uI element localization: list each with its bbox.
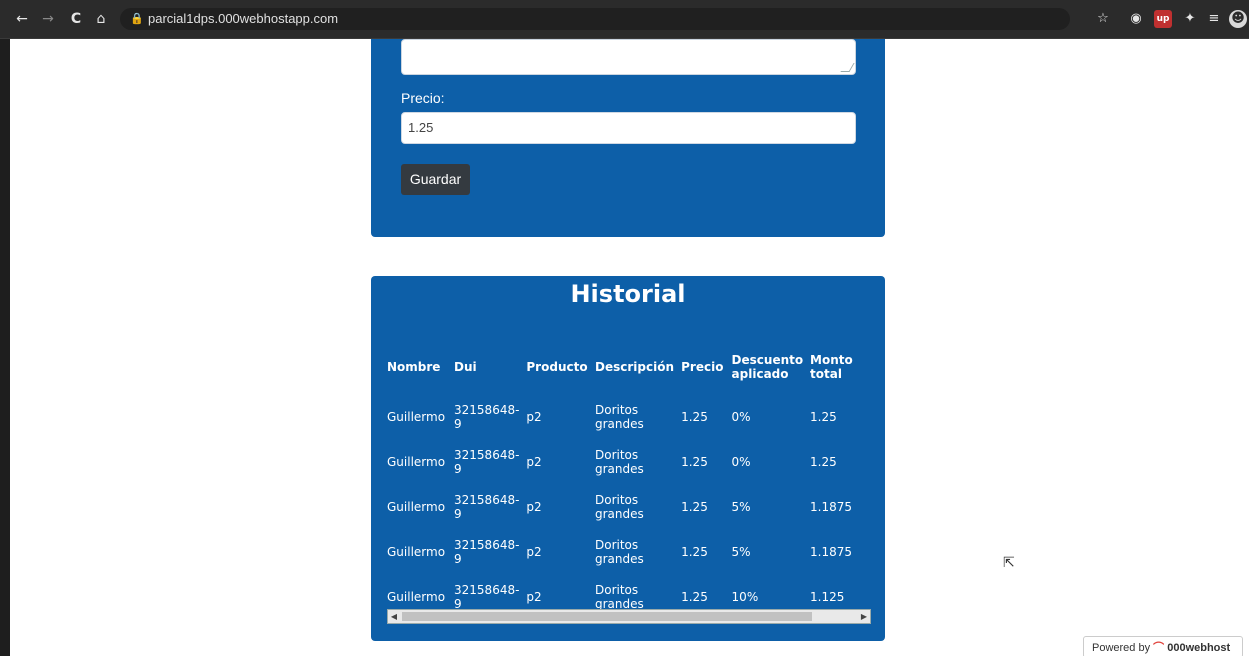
cell-producto: p2 [526, 409, 542, 424]
cell-monto: 1.1875 [810, 499, 853, 514]
table-row: Guillermo 32158648-9 p2 Doritos grandes … [387, 484, 869, 529]
cell-descripcion: Doritos grandes [595, 537, 644, 566]
header-monto: Monto total [810, 353, 853, 381]
powered-by-brand: 000webhost [1167, 642, 1231, 654]
scroll-right-icon[interactable]: ▶ [858, 610, 870, 623]
price-label: Precio: [401, 90, 445, 106]
cell-precio: 1.25 [681, 454, 708, 469]
back-icon[interactable]: ← [14, 11, 30, 27]
camera-extension-icon[interactable]: ◉ [1127, 10, 1145, 28]
mouse-cursor-icon: ⇱ [1003, 555, 1015, 571]
cell-producto: p2 [526, 499, 542, 514]
cell-precio: 1.25 [681, 544, 708, 559]
header-producto: Producto [526, 360, 588, 374]
history-title: Historial [570, 280, 686, 308]
cell-monto: 1.1875 [810, 544, 853, 559]
cell-dui: 32158648-9 [454, 492, 520, 521]
cell-producto: p2 [526, 589, 542, 604]
table-row: Guillermo 32158648-9 p2 Doritos grandes … [387, 574, 869, 612]
resize-grip-icon[interactable] [840, 63, 855, 72]
cell-monto: 1.25 [810, 409, 837, 424]
cell-producto: p2 [526, 454, 542, 469]
cell-descuento: 10% [731, 589, 759, 604]
description-textarea[interactable] [401, 39, 856, 75]
cell-precio: 1.25 [681, 499, 708, 514]
cell-nombre: Guillermo [387, 589, 446, 604]
home-icon[interactable]: ⌂ [93, 11, 109, 27]
table-header-row: Nombre Dui Producto Descripción Precio D… [387, 340, 869, 394]
url-text: parcial1dps.000webhostapp.com [148, 11, 339, 26]
cell-nombre: Guillermo [387, 544, 446, 559]
table-row: Guillermo 32158648-9 p2 Doritos grandes … [387, 394, 869, 439]
cell-descripcion: Doritos grandes [595, 492, 644, 521]
cell-descuento: 5% [731, 544, 751, 559]
bookmark-star-icon[interactable]: ☆ [1094, 10, 1112, 28]
table-row: Guillermo 32158648-9 p2 Doritos grandes … [387, 529, 869, 574]
browser-toolbar: ← → C ⌂ 🔒 parcial1dps.000webhostapp.com … [0, 0, 1249, 39]
forward-icon[interactable]: → [40, 11, 56, 27]
cell-descuento: 5% [731, 499, 751, 514]
webhost-logo-icon: ⌒ [1153, 642, 1165, 654]
cell-descripcion: Doritos grandes [595, 402, 644, 431]
reload-icon[interactable]: C [68, 11, 84, 27]
history-table-container[interactable]: Nombre Dui Producto Descripción Precio D… [387, 340, 869, 612]
price-input[interactable]: 1.25 [401, 112, 856, 144]
powered-by-badge[interactable]: Powered by ⌒ 000webhost [1083, 636, 1243, 656]
lock-icon: 🔒 [130, 13, 144, 25]
cell-dui: 32158648-9 [454, 447, 520, 476]
media-control-icon[interactable]: ≡ [1205, 10, 1223, 28]
extensions-puzzle-icon[interactable]: ✦ [1181, 10, 1199, 28]
cell-descuento: 0% [731, 409, 751, 424]
product-form-card: Precio: 1.25 Guardar [371, 39, 885, 237]
cell-dui: 32158648-9 [454, 402, 520, 431]
header-descuento: Descuento aplicado [731, 353, 804, 381]
save-button[interactable]: Guardar [401, 164, 470, 195]
cell-nombre: Guillermo [387, 499, 446, 514]
address-bar[interactable]: 🔒 parcial1dps.000webhostapp.com [120, 8, 1070, 30]
header-nombre: Nombre [387, 360, 441, 374]
cell-precio: 1.25 [681, 589, 708, 604]
header-precio: Precio [681, 360, 724, 374]
scroll-left-icon[interactable]: ◀ [388, 610, 400, 623]
table-row: Guillermo 32158648-9 p2 Doritos grandes … [387, 439, 869, 484]
cell-nombre: Guillermo [387, 454, 446, 469]
cell-monto: 1.25 [810, 454, 837, 469]
cell-precio: 1.25 [681, 409, 708, 424]
cell-monto: 1.125 [810, 589, 845, 604]
powered-by-text: Powered by [1092, 642, 1151, 654]
cell-dui: 32158648-9 [454, 582, 520, 611]
header-dui: Dui [454, 360, 477, 374]
horizontal-scrollbar[interactable]: ◀ ▶ [387, 609, 871, 624]
cell-descuento: 0% [731, 454, 751, 469]
profile-avatar-icon[interactable]: ☻ [1229, 10, 1247, 28]
pdf-extension-icon[interactable]: up [1154, 10, 1172, 28]
cell-dui: 32158648-9 [454, 537, 520, 566]
cell-nombre: Guillermo [387, 409, 446, 424]
history-table: Nombre Dui Producto Descripción Precio D… [387, 340, 869, 612]
history-card: Historial Nombre Dui Producto Descripció… [371, 276, 885, 641]
header-descripcion: Descripción [595, 360, 674, 374]
cell-descripcion: Doritos grandes [595, 447, 644, 476]
cell-descripcion: Doritos grandes [595, 582, 644, 611]
cell-producto: p2 [526, 544, 542, 559]
page-viewport: Precio: 1.25 Guardar Historial Nombre Du… [10, 39, 1249, 656]
scrollbar-thumb[interactable] [402, 612, 812, 621]
